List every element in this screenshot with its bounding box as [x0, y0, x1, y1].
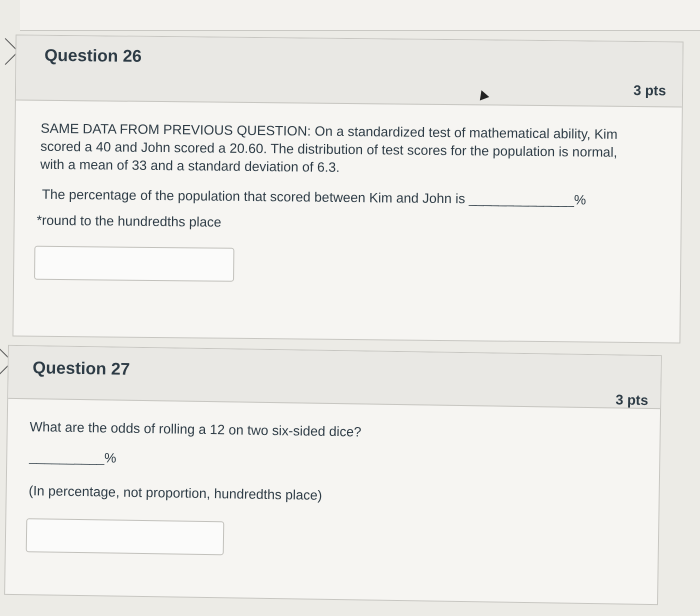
- question-26: Question 26 3 pts SAME DATA FROM PREVIOU…: [12, 34, 684, 344]
- question-note: *round to the hundredths place: [36, 212, 222, 230]
- answer-input[interactable]: [34, 245, 235, 282]
- question-26-header: Question 26 3 pts: [15, 35, 683, 108]
- question-points: 3 pts: [615, 391, 649, 408]
- question-text-line-3: with a mean of 33 and a standard deviati…: [40, 156, 340, 175]
- question-title: Question 27: [32, 358, 131, 379]
- question-text: What are the odds of rolling a 12 on two…: [29, 419, 362, 440]
- answer-blank: __________%: [29, 449, 117, 466]
- question-note: (In percentage, not proportion, hundredt…: [28, 483, 323, 503]
- previous-question-edge: [20, 0, 700, 31]
- question-title: Question 26: [44, 45, 142, 66]
- question-prompt: The percentage of the population that sc…: [41, 186, 587, 208]
- question-27-header: Question 27 3 pts: [8, 345, 661, 410]
- answer-input[interactable]: [25, 518, 225, 556]
- question-points: 3 pts: [633, 81, 667, 99]
- question-27: Question 27 3 pts What are the odds of r…: [4, 344, 662, 606]
